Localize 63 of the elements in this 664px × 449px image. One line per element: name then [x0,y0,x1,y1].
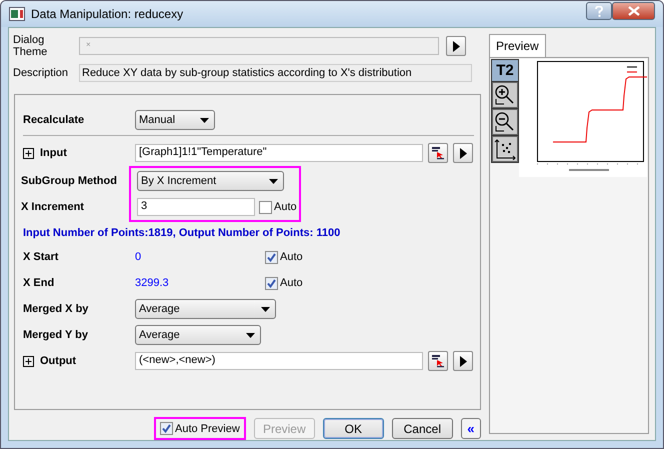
field-label: Output [40,355,76,367]
checkbox[interactable] [259,200,272,214]
caret-icon [261,306,270,312]
field-label: Description [13,67,70,79]
dialog-button[interactable]: OK [322,418,384,439]
select-range-button[interactable] [428,351,448,371]
field-label: Recalculate [23,114,84,126]
app-icon [9,7,25,21]
checkbox-label: Auto Preview [175,422,240,434]
arrow-button[interactable] [453,143,473,163]
field-label: Merged Y by [23,329,88,341]
close-icon [628,6,640,16]
value-text: 0 [135,251,142,263]
select-range-icon [431,354,445,368]
checkbox-label: Auto [280,251,303,263]
range-field[interactable]: (<new>,<new>) [135,352,423,370]
zoom-out-button[interactable] [492,109,518,135]
dialog-button[interactable]: Cancel [392,418,453,439]
checkbox[interactable] [265,250,278,264]
zoom-in-icon [494,84,516,106]
dropdown[interactable]: By X Increment [137,171,284,191]
field-label: X Increment [21,201,84,213]
input-field[interactable]: 3 [137,198,255,216]
rescale-icon [494,138,516,160]
expand-icon[interactable] [23,356,34,366]
description-text: Reduce XY data by sub-group statistics according to X's distribution [79,64,472,82]
arrow-button[interactable] [453,351,473,371]
caret-icon [269,178,278,184]
field-label: SubGroup Method [21,175,117,187]
checkbox-label: Auto [280,277,303,289]
field-label: X End [23,277,54,289]
dropdown[interactable]: Manual [135,110,215,130]
caret-icon [200,118,209,122]
play-icon [460,148,466,158]
help-icon [595,6,603,16]
checkbox-label: Auto [274,201,297,213]
checkbox[interactable] [160,422,173,435]
range-field[interactable]: [Graph1]1!1"Temperature" [135,144,423,162]
window-title: Data Manipulation: reducexy [31,7,184,21]
select-range-icon [431,146,445,160]
value-text: 3299.3 [135,277,170,289]
dropdown[interactable]: Average [135,325,261,345]
field-label: Dialog Theme [13,34,48,58]
play-icon [460,356,466,366]
dropdown[interactable]: Average [135,299,276,319]
checkbox[interactable] [265,276,278,290]
points-info-text: Input Number of Points:1819, Output Number of Points: 1100 [23,226,342,241]
close-button[interactable] [612,2,655,20]
field-label: Input [40,147,67,159]
zoom-out-icon [494,111,516,133]
caret-icon [246,332,255,338]
field-label: Merged X by [23,303,88,315]
collapse-button[interactable]: « [460,418,481,439]
play-icon [452,40,460,52]
rescale-button[interactable] [492,136,518,162]
tab[interactable]: Preview [489,34,546,57]
theme-menu-button[interactable] [446,36,466,56]
zoom-in-button[interactable] [492,82,518,108]
toolbar-label: T2 [492,60,518,81]
field-label: X Start [23,251,58,263]
expand-icon[interactable] [23,148,34,158]
help-button[interactable] [586,2,612,20]
select-range-button[interactable] [428,143,448,163]
